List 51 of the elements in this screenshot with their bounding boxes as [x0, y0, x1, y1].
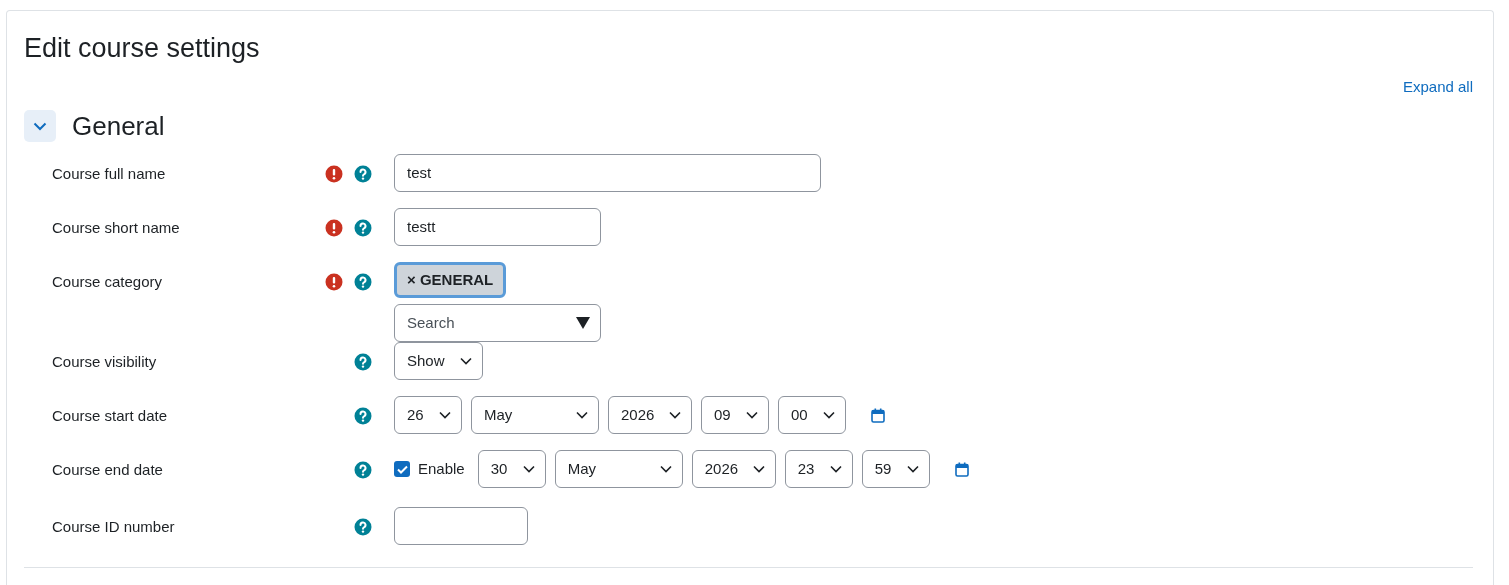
chevron-icon — [659, 465, 672, 474]
select-dropdown[interactable]: May — [471, 396, 599, 435]
field-label: Course ID number — [51, 517, 176, 538]
select-dropdown[interactable]: 26 — [394, 396, 462, 435]
chevron-down-icon — [33, 121, 47, 131]
chevron-icon — [576, 411, 588, 420]
select-dropdown[interactable]: 30 — [477, 450, 546, 489]
text-input-field[interactable]: test — [394, 153, 821, 192]
field-label: Course visibility — [51, 352, 158, 373]
help-icon[interactable] — [354, 461, 372, 480]
field-label: Course short name — [51, 217, 181, 238]
select-dropdown[interactable]: 2026 — [608, 396, 692, 435]
text-input-field[interactable] — [394, 507, 528, 546]
chevron-icon — [906, 465, 919, 474]
chevron-icon — [746, 411, 758, 420]
help-icon[interactable] — [354, 218, 372, 237]
help-icon[interactable] — [354, 518, 372, 537]
chevron-icon — [829, 465, 842, 474]
chevron-icon — [439, 411, 451, 420]
select-dropdown[interactable]: 00 — [778, 396, 846, 435]
select-dropdown[interactable]: 23 — [784, 450, 853, 489]
chevron-icon — [669, 411, 681, 420]
select-dropdown[interactable]: May — [554, 450, 683, 489]
section-title: General — [72, 109, 165, 143]
field-label: Course start date — [51, 406, 169, 427]
help-icon[interactable] — [354, 164, 372, 183]
chevron-icon — [823, 411, 835, 420]
select-dropdown[interactable]: 09 — [701, 396, 769, 435]
text-input-field[interactable]: testt — [394, 207, 601, 246]
field-label: Course category — [51, 271, 164, 292]
collapse-toggle-button[interactable] — [24, 110, 56, 143]
checkmark-icon — [396, 464, 408, 474]
expand-all-link[interactable]: Expand all — [1402, 76, 1473, 99]
help-icon[interactable] — [354, 272, 372, 291]
field-label: Course end date — [51, 460, 164, 481]
enable-checkbox[interactable]: Enable — [394, 457, 465, 481]
select-dropdown[interactable]: Show — [394, 342, 483, 381]
select-dropdown[interactable]: 59 — [861, 450, 930, 489]
help-icon[interactable] — [354, 353, 372, 372]
field-label: Course full name — [51, 163, 167, 184]
page-title: Edit course settings — [24, 32, 261, 65]
search-field[interactable]: Search — [394, 304, 601, 343]
calendar-icon[interactable] — [954, 461, 969, 477]
chevron-icon — [752, 465, 765, 474]
chevron-icon — [522, 465, 535, 474]
help-icon[interactable] — [354, 407, 372, 426]
calendar-icon[interactable] — [871, 407, 885, 423]
dropdown-arrow-icon — [576, 317, 590, 330]
category-tag[interactable]: × GENERAL — [394, 261, 507, 299]
select-dropdown[interactable]: 2026 — [691, 450, 776, 489]
chevron-icon — [460, 357, 472, 366]
